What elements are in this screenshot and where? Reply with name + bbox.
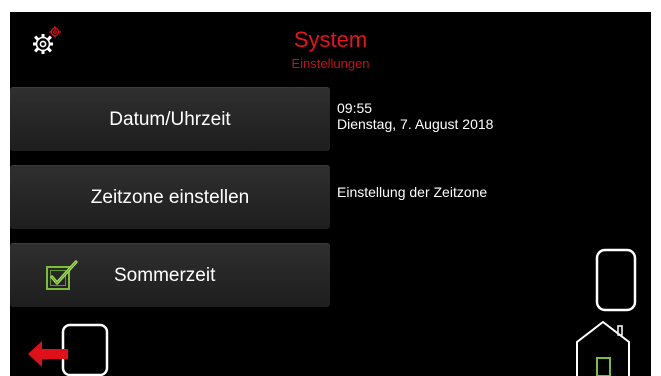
datetime-button-label: Datum/Uhrzeit	[109, 109, 231, 130]
phone-icon[interactable]	[595, 248, 637, 312]
page-title: System	[293, 27, 368, 52]
timezone-button-label: Zeitzone einstellen	[90, 187, 250, 208]
page-subtitle: Einstellungen	[291, 56, 370, 71]
timezone-button[interactable]: Zeitzone einstellen	[10, 165, 330, 229]
datetime-button[interactable]: Datum/Uhrzeit	[10, 87, 330, 151]
checkbox-checked-icon[interactable]	[45, 259, 79, 293]
home-icon[interactable]	[575, 318, 633, 376]
daylight-saving-label: Sommerzeit	[114, 265, 216, 286]
logout-arrow-icon[interactable]	[26, 319, 112, 376]
daylight-saving-toggle[interactable]: Sommerzeit	[10, 243, 330, 307]
timezone-description: Einstellung der Zeitzone	[337, 184, 488, 200]
system-settings-screen: System Einstellungen Datum/Uhrzeit Zeitz…	[10, 12, 651, 376]
current-date: Dienstag, 7. August 2018	[337, 116, 494, 132]
current-time: 09:55	[337, 100, 373, 116]
